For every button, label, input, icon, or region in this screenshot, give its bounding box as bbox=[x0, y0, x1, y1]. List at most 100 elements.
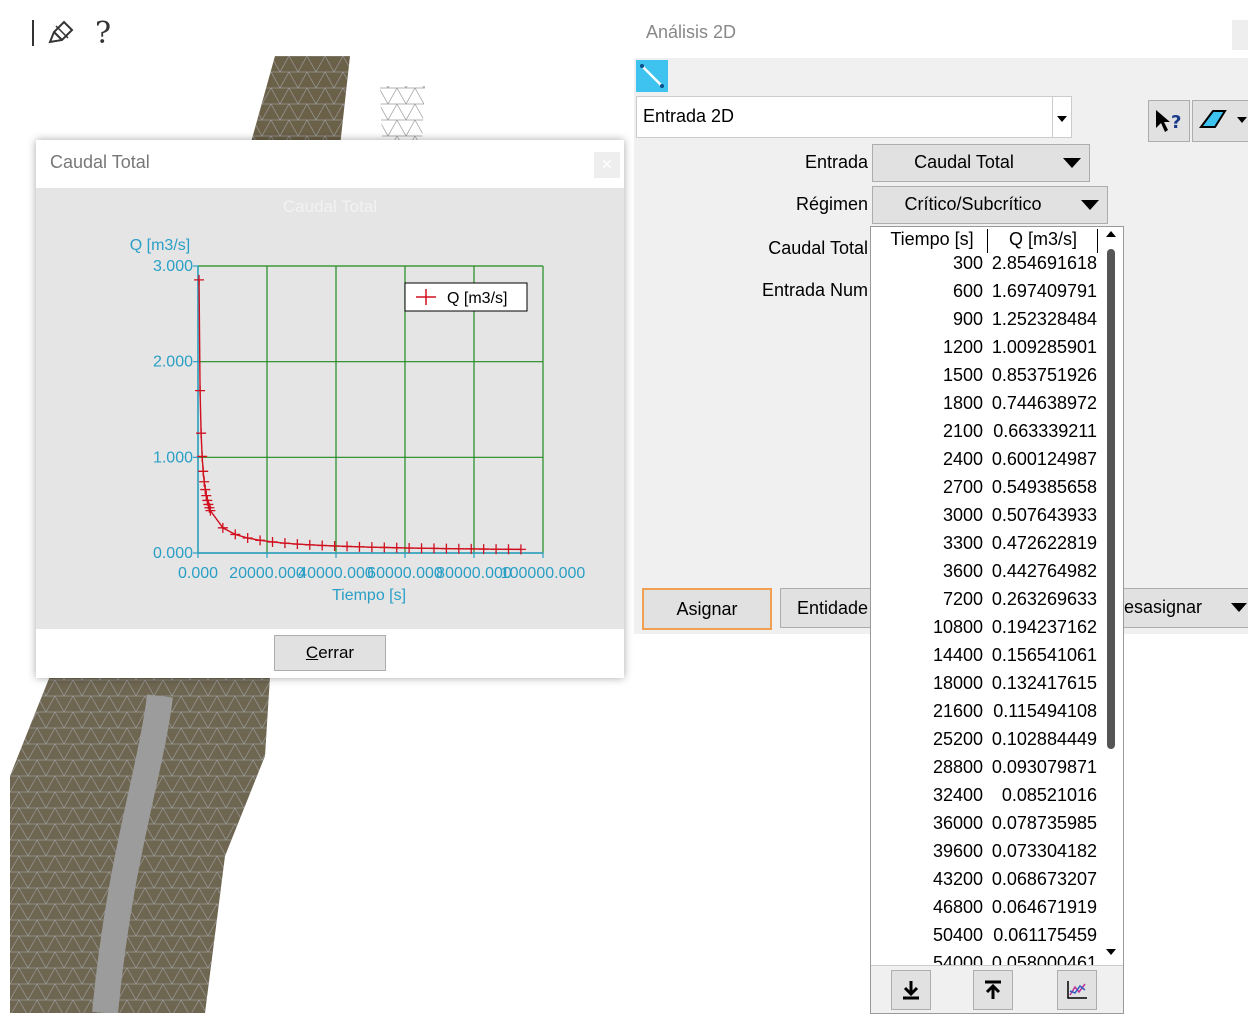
scrollbar-thumb[interactable] bbox=[1107, 249, 1115, 749]
cell-tiempo: 7200 bbox=[942, 589, 983, 609]
legend-label: Q [m3/s] bbox=[447, 290, 507, 307]
chart-window-title: Caudal Total bbox=[50, 152, 150, 172]
data-point bbox=[201, 490, 212, 501]
upload-button[interactable] bbox=[973, 970, 1013, 1010]
panel-close-icon[interactable] bbox=[1232, 20, 1248, 50]
cell-tiempo: 10800 bbox=[932, 617, 983, 637]
table-row[interactable]: 2400 0.600124987 bbox=[871, 449, 1099, 477]
regimen-combo[interactable]: Crítico/Subcrítico bbox=[872, 186, 1108, 224]
data-point bbox=[194, 274, 205, 285]
scroll-down-icon[interactable] bbox=[1106, 949, 1116, 955]
table-row[interactable]: 50400 0.061175459 bbox=[871, 925, 1099, 953]
cell-tiempo: 900 bbox=[952, 309, 983, 329]
table-row[interactable]: 1800 0.744638972 bbox=[871, 393, 1099, 421]
cell-tiempo: 1500 bbox=[942, 365, 983, 385]
chart-window: Caudal Total ✕ Caudal Total Q [m3/s] Tiemp… bbox=[36, 140, 624, 678]
entrada-combo[interactable]: Caudal Total bbox=[872, 144, 1090, 182]
panel-titlebar: Análisis 2D bbox=[634, 8, 1248, 58]
table-row[interactable]: 28800 0.093079871 bbox=[871, 757, 1099, 785]
cell-q: 0.115494108 bbox=[993, 701, 1097, 721]
table-row[interactable]: 36000 0.078735985 bbox=[871, 813, 1099, 841]
entity-combo[interactable]: Entrada 2D bbox=[636, 96, 1072, 138]
desasignar-label: Desasignar bbox=[1123, 597, 1203, 617]
data-point bbox=[329, 540, 340, 551]
cell-q: 0.08521016 bbox=[1001, 785, 1097, 805]
cell-q: 0.102884449 bbox=[991, 729, 1097, 749]
data-point bbox=[255, 535, 266, 546]
chart-icon bbox=[1067, 981, 1087, 999]
cell-q: 0.472622819 bbox=[991, 533, 1097, 553]
caudal-total-label: Caudal Total bbox=[768, 238, 868, 258]
y-tick-label: 2.000 bbox=[153, 354, 193, 371]
toolbar-separator bbox=[32, 20, 34, 46]
asignar-label: Asignar bbox=[676, 598, 738, 619]
chevron-down-icon bbox=[1057, 116, 1067, 122]
table-row[interactable]: 43200 0.068673207 bbox=[871, 869, 1099, 897]
table-row[interactable]: 39600 0.073304182 bbox=[871, 841, 1099, 869]
table-row[interactable]: 600 1.697409791 bbox=[871, 281, 1099, 309]
cell-q: 1.009285901 bbox=[991, 337, 1097, 357]
chart-button[interactable] bbox=[1057, 970, 1097, 1010]
table-row[interactable]: 3600 0.442764982 bbox=[871, 561, 1099, 589]
close-icon[interactable]: ✕ bbox=[594, 152, 620, 178]
cell-tiempo: 43200 bbox=[932, 869, 983, 889]
table-scrollbar[interactable] bbox=[1101, 227, 1121, 963]
x-tick-label: 0.000 bbox=[178, 565, 218, 582]
table-row[interactable]: 32400 0.08521016 bbox=[871, 785, 1099, 813]
entrada-label: Entrada bbox=[804, 152, 868, 172]
table-row[interactable]: 10800 0.194237162 bbox=[871, 617, 1099, 645]
table-row[interactable]: 14400 0.156541061 bbox=[871, 645, 1099, 673]
table-row[interactable]: 46800 0.064671919 bbox=[871, 897, 1099, 925]
panel-title: Análisis 2D bbox=[646, 22, 737, 42]
desasignar-button[interactable]: Desasignar bbox=[1122, 588, 1248, 628]
data-point bbox=[200, 484, 211, 495]
entity-combo-arrow bbox=[1052, 97, 1071, 137]
data-point bbox=[428, 543, 439, 554]
cell-q: 0.078735985 bbox=[991, 813, 1097, 833]
table-row[interactable]: 21600 0.115494108 bbox=[871, 701, 1099, 729]
table-header-q[interactable]: Q [m3/s] bbox=[989, 229, 1098, 253]
context-help-button[interactable]: ? bbox=[1148, 100, 1190, 142]
cell-tiempo: 18000 bbox=[932, 673, 983, 693]
table-row[interactable]: 1500 0.853751926 bbox=[871, 365, 1099, 393]
data-point bbox=[441, 543, 452, 554]
table-row[interactable]: 2700 0.549385658 bbox=[871, 477, 1099, 505]
data-point bbox=[242, 533, 253, 544]
table-row[interactable]: 25200 0.102884449 bbox=[871, 729, 1099, 757]
cell-q: 0.663339211 bbox=[993, 421, 1097, 441]
table-row[interactable]: 18000 0.132417615 bbox=[871, 673, 1099, 701]
table-row[interactable]: 900 1.252328484 bbox=[871, 309, 1099, 337]
series-line bbox=[198, 279, 521, 551]
cell-tiempo: 32400 bbox=[932, 785, 983, 805]
data-point bbox=[342, 541, 353, 552]
toolbar: ? bbox=[10, 8, 632, 57]
data-point bbox=[404, 543, 415, 554]
table-row[interactable]: 2100 0.663339211 bbox=[871, 421, 1099, 449]
table-row[interactable]: 7200 0.263269633 bbox=[871, 589, 1099, 617]
close-button[interactable]: Cerrar bbox=[274, 635, 386, 671]
data-point bbox=[292, 539, 303, 550]
data-point bbox=[217, 522, 228, 533]
scroll-up-icon[interactable] bbox=[1106, 231, 1116, 237]
eraser-button[interactable] bbox=[1192, 100, 1248, 142]
table-header-tiempo[interactable]: Tiempo [s] bbox=[877, 229, 988, 253]
table-header: Tiempo [s] Q [m3/s] bbox=[871, 227, 1099, 253]
edit-icon[interactable] bbox=[44, 16, 78, 50]
asignar-button[interactable]: Asignar bbox=[642, 588, 772, 630]
cell-q: 0.132417615 bbox=[991, 673, 1097, 693]
table-row[interactable]: 1200 1.009285901 bbox=[871, 337, 1099, 365]
help-icon[interactable]: ? bbox=[86, 16, 120, 51]
table-row[interactable]: 300 2.854691618 bbox=[871, 253, 1099, 281]
line-tool-icon[interactable] bbox=[636, 60, 668, 92]
entidades-label: Entidade bbox=[797, 597, 869, 618]
cell-q: 0.507643933 bbox=[991, 505, 1097, 525]
y-tick-label: 0.000 bbox=[153, 545, 193, 562]
regimen-combo-value: Crítico/Subcrítico bbox=[904, 194, 1042, 214]
download-button[interactable] bbox=[891, 970, 931, 1010]
upload-icon bbox=[985, 980, 1001, 999]
table-row[interactable]: 3000 0.507643933 bbox=[871, 505, 1099, 533]
chevron-down-icon bbox=[1081, 200, 1099, 210]
cell-tiempo: 3600 bbox=[942, 561, 983, 581]
table-row[interactable]: 3300 0.472622819 bbox=[871, 533, 1099, 561]
cell-tiempo: 28800 bbox=[932, 757, 983, 777]
